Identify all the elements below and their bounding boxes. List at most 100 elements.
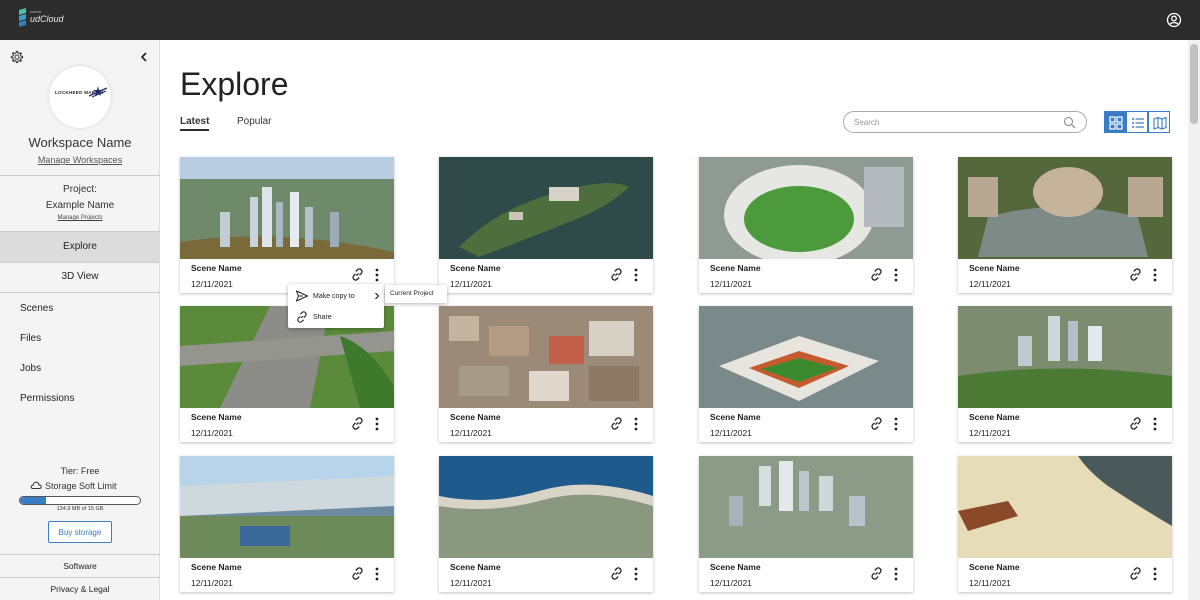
- nav-3d-view[interactable]: 3D View: [0, 262, 160, 292]
- more-vertical-icon[interactable]: [1152, 417, 1158, 431]
- scene-thumbnail[interactable]: [958, 157, 1172, 259]
- search-icon[interactable]: [1063, 116, 1076, 129]
- storage-progress-fill: [20, 497, 47, 504]
- cloud-icon: [30, 481, 42, 489]
- scene-date: 12/11/2021: [450, 428, 492, 438]
- more-vertical-icon[interactable]: [893, 417, 899, 431]
- share-link-icon[interactable]: [610, 567, 623, 580]
- share-link-icon[interactable]: [351, 567, 364, 580]
- scene-card[interactable]: Scene Name 12/11/2021: [180, 157, 394, 293]
- manage-projects-link[interactable]: Manage Projects: [0, 215, 160, 221]
- more-vertical-icon[interactable]: [374, 567, 380, 581]
- nav-scenes[interactable]: Scenes: [20, 303, 53, 314]
- nav-jobs[interactable]: Jobs: [20, 363, 41, 374]
- share-link-icon[interactable]: [1129, 417, 1142, 430]
- scene-card[interactable]: Scene Name 12/11/2021: [699, 306, 913, 442]
- scene-name: Scene Name: [710, 412, 761, 422]
- scene-thumbnail[interactable]: [180, 157, 394, 259]
- share-link-icon[interactable]: [610, 268, 623, 281]
- privacy-legal-link[interactable]: Privacy & Legal: [0, 584, 160, 594]
- nav-files[interactable]: Files: [20, 333, 41, 344]
- scene-date: 12/11/2021: [191, 279, 233, 289]
- send-icon: [296, 290, 308, 302]
- more-vertical-icon[interactable]: [633, 268, 639, 282]
- share-link-icon[interactable]: [870, 268, 883, 281]
- divider: [0, 292, 160, 293]
- scene-card[interactable]: Scene Name 12/11/2021: [439, 157, 653, 293]
- scene-thumbnail[interactable]: [699, 157, 913, 259]
- search-input[interactable]: [854, 116, 1054, 129]
- scene-thumbnail[interactable]: [699, 456, 913, 558]
- share-link-icon[interactable]: [870, 417, 883, 430]
- app-logo[interactable]: cubed udCloud: [18, 8, 78, 32]
- scene-thumbnail[interactable]: [699, 306, 913, 408]
- scene-card[interactable]: Scene Name 12/11/2021: [699, 456, 913, 592]
- more-vertical-icon[interactable]: [633, 567, 639, 581]
- share-link-icon[interactable]: [351, 268, 364, 281]
- map-view-button[interactable]: [1148, 111, 1170, 133]
- collapse-chevron-icon[interactable]: [138, 50, 150, 64]
- scene-name: Scene Name: [969, 412, 1020, 422]
- grid-view-button[interactable]: [1104, 111, 1126, 133]
- list-view-button[interactable]: [1126, 111, 1148, 133]
- tier-label: Tier: Free: [60, 466, 100, 476]
- scene-card[interactable]: Scene Name 12/11/2021: [699, 157, 913, 293]
- more-vertical-icon[interactable]: [893, 567, 899, 581]
- scene-thumbnail[interactable]: [180, 456, 394, 558]
- menu-item-label: Share: [313, 314, 332, 321]
- menu-item-share[interactable]: Share: [288, 307, 384, 327]
- software-link[interactable]: Software: [0, 561, 160, 571]
- list-icon: [1132, 118, 1144, 128]
- manage-workspaces-link[interactable]: Manage Workspaces: [0, 155, 160, 165]
- cube-logo-icon: [19, 8, 26, 27]
- divider: [0, 577, 160, 578]
- share-link-icon[interactable]: [351, 417, 364, 430]
- scene-name: Scene Name: [191, 562, 242, 572]
- scene-card[interactable]: Scene Name 12/11/2021: [180, 456, 394, 592]
- scene-card[interactable]: Scene Name 12/11/2021: [958, 306, 1172, 442]
- scene-thumbnail[interactable]: [439, 306, 653, 408]
- scene-thumbnail[interactable]: [958, 306, 1172, 408]
- scene-thumbnail-image: [958, 306, 1172, 408]
- nav-explore[interactable]: Explore: [0, 232, 160, 262]
- scene-thumbnail-image: [699, 306, 913, 408]
- more-vertical-icon[interactable]: [1152, 268, 1158, 282]
- submenu-item-current-project[interactable]: Current Project: [390, 290, 434, 297]
- user-account-icon[interactable]: [1166, 12, 1182, 28]
- scene-date: 12/11/2021: [191, 428, 233, 438]
- more-vertical-icon[interactable]: [1152, 567, 1158, 581]
- nav-permissions[interactable]: Permissions: [20, 393, 74, 404]
- page-title: Explore: [180, 66, 289, 102]
- scene-name: Scene Name: [191, 412, 242, 422]
- scene-date: 12/11/2021: [710, 578, 752, 588]
- scene-thumbnail[interactable]: [439, 456, 653, 558]
- storage-progress-bar: [19, 496, 141, 505]
- buy-storage-button[interactable]: Buy storage: [48, 521, 112, 543]
- more-vertical-icon[interactable]: [633, 417, 639, 431]
- tab-popular[interactable]: Popular: [237, 116, 271, 127]
- scene-card[interactable]: Scene Name 12/11/2021: [958, 157, 1172, 293]
- share-link-icon[interactable]: [870, 567, 883, 580]
- tab-latest[interactable]: Latest: [180, 116, 210, 131]
- share-link-icon[interactable]: [610, 417, 623, 430]
- scene-thumbnail[interactable]: [439, 157, 653, 259]
- scene-date: 12/11/2021: [450, 578, 492, 588]
- gear-icon[interactable]: [9, 50, 24, 65]
- scene-card[interactable]: Scene Name 12/11/2021: [439, 456, 653, 592]
- more-vertical-icon[interactable]: [374, 268, 380, 282]
- scene-card[interactable]: Scene Name 12/11/2021: [958, 456, 1172, 592]
- scrollbar-thumb[interactable]: [1190, 44, 1198, 124]
- scene-thumbnail-image: [699, 157, 913, 259]
- top-bar: cubed udCloud: [0, 0, 1200, 40]
- share-link-icon[interactable]: [1129, 268, 1142, 281]
- scene-thumbnail[interactable]: [958, 456, 1172, 558]
- more-vertical-icon[interactable]: [893, 268, 899, 282]
- star-logo-icon: [89, 86, 107, 98]
- context-menu: Make copy to Share: [288, 284, 384, 328]
- share-link-icon[interactable]: [1129, 567, 1142, 580]
- more-vertical-icon[interactable]: [374, 417, 380, 431]
- menu-item-make-copy[interactable]: Make copy to: [288, 286, 384, 306]
- scene-card[interactable]: Scene Name 12/11/2021: [439, 306, 653, 442]
- scene-name: Scene Name: [710, 263, 761, 273]
- scrollbar[interactable]: [1188, 40, 1200, 600]
